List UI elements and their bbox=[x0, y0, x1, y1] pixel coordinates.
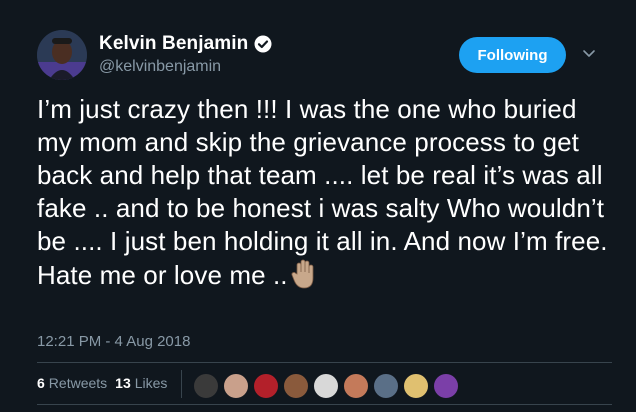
liker-avatar[interactable] bbox=[193, 373, 219, 399]
author-display-name[interactable]: Kelvin Benjamin bbox=[99, 33, 248, 55]
liker-avatar[interactable] bbox=[373, 373, 399, 399]
liker-avatar[interactable] bbox=[433, 373, 459, 399]
author-name-row: Kelvin Benjamin bbox=[99, 33, 272, 55]
raised-hand-icon bbox=[290, 258, 320, 290]
likes-stat[interactable]: 13 Likes bbox=[115, 375, 167, 391]
stats-separator bbox=[181, 370, 182, 398]
chevron-down-icon[interactable] bbox=[582, 46, 596, 60]
profile-photo bbox=[37, 30, 87, 80]
author-handle[interactable]: @kelvinbenjamin bbox=[99, 58, 221, 76]
liker-avatars bbox=[193, 373, 463, 399]
divider-top bbox=[37, 362, 612, 363]
liker-avatar[interactable] bbox=[343, 373, 369, 399]
likes-count: 13 bbox=[115, 375, 131, 391]
tweet-timestamp[interactable]: 12:21 PM - 4 Aug 2018 bbox=[37, 333, 190, 350]
liker-avatar[interactable] bbox=[313, 373, 339, 399]
tweet-body: I’m just crazy then !!! I was the one wh… bbox=[37, 94, 618, 290]
tweet-stats: 6 Retweets 13 Likes bbox=[37, 375, 167, 391]
liker-avatar[interactable] bbox=[403, 373, 429, 399]
liker-avatar[interactable] bbox=[223, 373, 249, 399]
tweet-card: Kelvin Benjamin @kelvinbenjamin Followin… bbox=[0, 0, 636, 412]
verified-badge-icon bbox=[254, 35, 272, 53]
liker-avatar[interactable] bbox=[283, 373, 309, 399]
retweets-count: 6 bbox=[37, 375, 45, 391]
liker-avatar[interactable] bbox=[253, 373, 279, 399]
author-avatar[interactable] bbox=[37, 30, 87, 80]
likes-label: Likes bbox=[134, 375, 168, 391]
divider-bottom bbox=[37, 404, 612, 405]
retweets-label: Retweets bbox=[48, 375, 108, 391]
following-button[interactable]: Following bbox=[459, 37, 566, 73]
retweets-stat[interactable]: 6 Retweets bbox=[37, 375, 107, 391]
tweet-text: I’m just crazy then !!! I was the one wh… bbox=[37, 93, 612, 292]
